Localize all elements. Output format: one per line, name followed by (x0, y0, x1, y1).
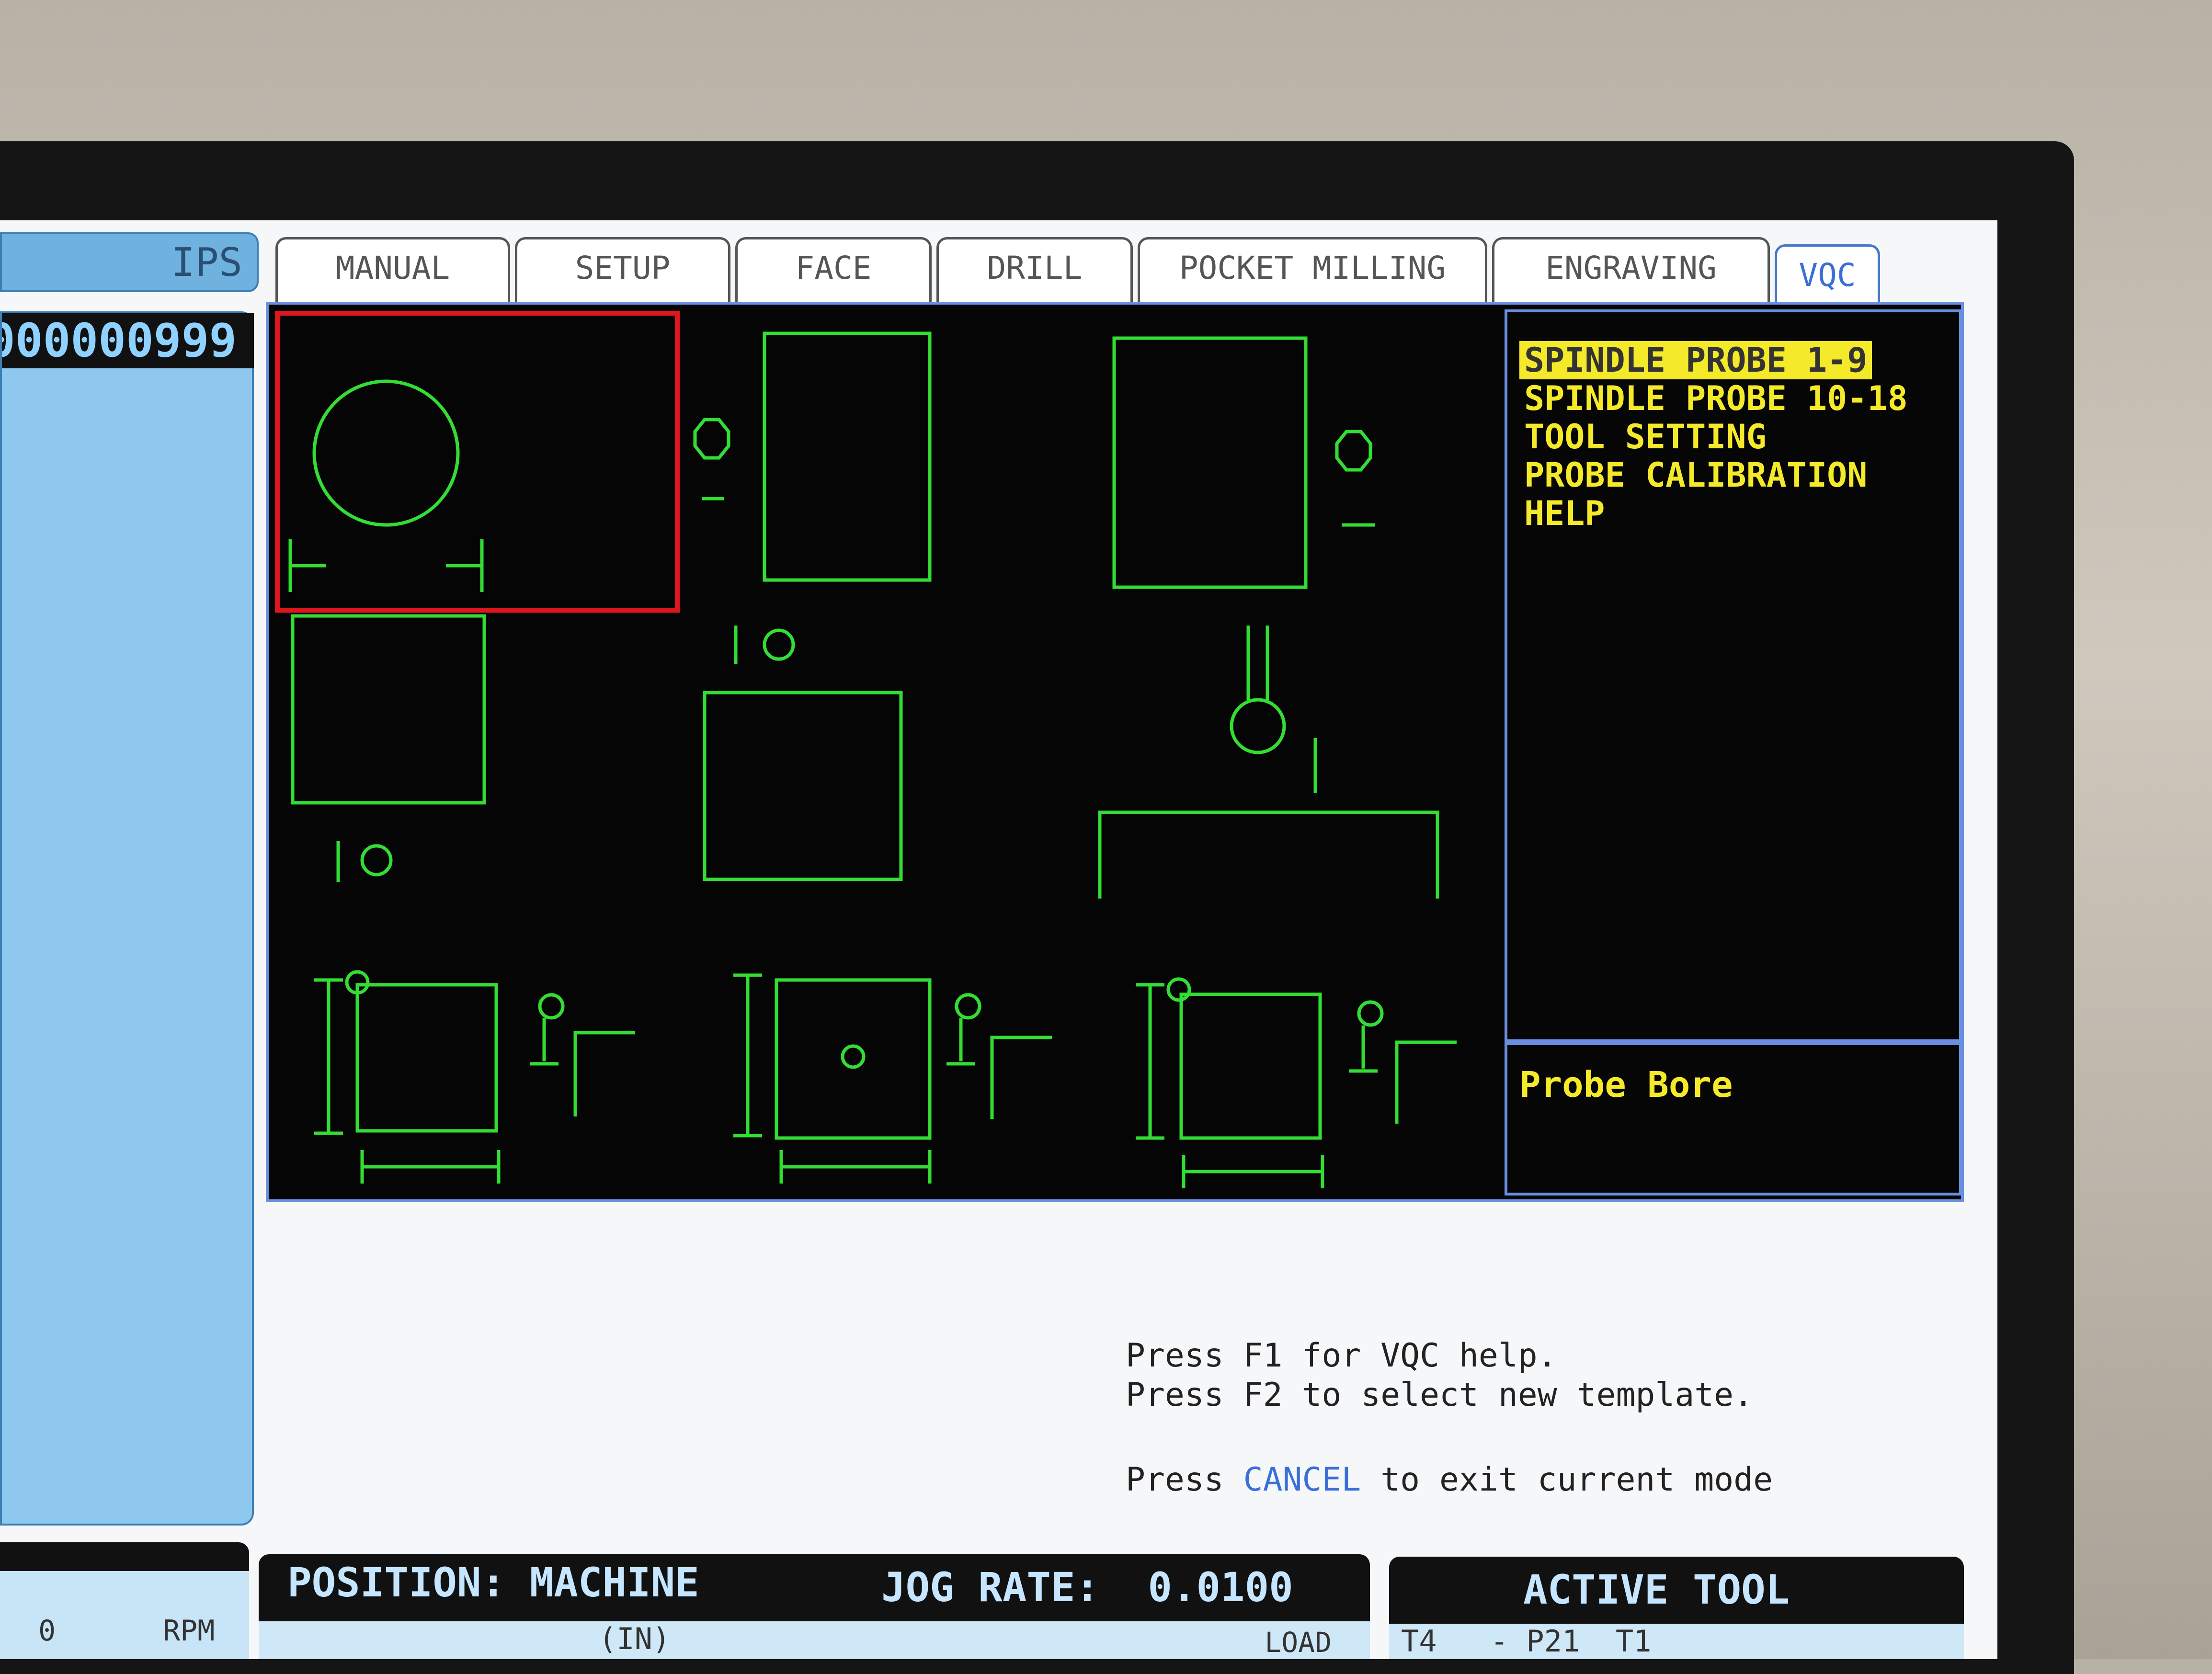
probe-rectangle-pocket-icon[interactable] (1112, 336, 1375, 589)
position-panel: POSITION: MACHINE JOG RATE: 0.0100 (IN) … (259, 1554, 1370, 1659)
cancel-message-prefix: Press (1126, 1461, 1243, 1499)
menu-item-spindle-probe-1-9[interactable]: SPINDLE PROBE 1-9 (1519, 341, 1872, 379)
help-messages: Press F1 for VQC help. Press F2 to select… (1126, 1336, 1753, 1415)
units-indicator: IPS (0, 232, 259, 292)
active-tool-panel: ACTIVE TOOL T4 - P21 T1 (1389, 1557, 1964, 1659)
template-grid (274, 309, 1493, 1196)
position-title: POSITION: MACHINE (287, 1559, 699, 1606)
help-message-f1: Press F1 for VQC help. (1126, 1337, 1557, 1375)
position-units: (IN) (599, 1621, 671, 1656)
tab-drill[interactable]: DRILL (936, 237, 1133, 304)
position-subheader: (IN) LOAD (259, 1621, 1370, 1659)
template-grid-graphics (275, 311, 1457, 1188)
cancel-message-suffix: to exit current mode (1361, 1461, 1773, 1499)
probe-corner-center-icon[interactable] (1136, 977, 1457, 1188)
probe-pocket-slot-icon[interactable] (1098, 626, 1439, 899)
jog-rate-label: JOG RATE: (881, 1564, 1100, 1611)
jog-rate: JOG RATE: 0.0100 (881, 1564, 1293, 1611)
menu-item-spindle-probe-10-18[interactable]: SPINDLE PROBE 10-18 (1524, 379, 1959, 418)
help-message-cancel: Press CANCEL to exit current mode (1126, 1461, 1773, 1499)
mode-tabs: MANUAL SETUP FACE DRILL POCKET MILLING E… (275, 228, 1880, 316)
probe-web-icon[interactable] (703, 691, 903, 881)
active-tool-title: ACTIVE TOOL (1523, 1566, 1790, 1613)
jog-rate-value: 0.0100 (1148, 1564, 1293, 1611)
menu-item-probe-calibration[interactable]: PROBE CALIBRATION (1524, 456, 1959, 494)
probe-corner-outside-icon[interactable] (314, 970, 635, 1184)
probe-rectangle-block-icon[interactable] (291, 614, 486, 882)
cnc-screen: IPS 000000999 0 RPM MANUAL SETUP FACE DR… (0, 220, 1997, 1659)
vqc-panel: SPINDLE PROBE 1-9 SPINDLE PROBE 10-18 TO… (266, 302, 1964, 1202)
tab-engraving[interactable]: ENGRAVING (1492, 237, 1770, 304)
cancel-key-label: CANCEL (1243, 1461, 1361, 1499)
tab-face[interactable]: FACE (735, 237, 932, 304)
menu-item-help[interactable]: HELP (1524, 494, 1959, 533)
units-label: IPS (171, 240, 242, 285)
probe-bore-icon[interactable] (288, 379, 484, 592)
menu-item-tool-setting[interactable]: TOOL SETTING (1524, 418, 1959, 456)
active-tool-subheader: T4 - P21 T1 (1389, 1624, 1964, 1659)
load-label: LOAD (1265, 1626, 1332, 1659)
program-number: 000000999 (2, 313, 254, 368)
spindle-speed-unit: RPM (163, 1614, 215, 1648)
template-description: Probe Bore (1505, 1042, 1962, 1196)
tab-pocket-milling[interactable]: POCKET MILLING (1138, 237, 1487, 304)
help-message-f2: Press F2 to select new template. (1126, 1376, 1754, 1414)
left-panel: 000000999 (0, 311, 254, 1526)
probe-corner-inside-icon[interactable] (733, 973, 1052, 1184)
active-tool-info: T4 - P21 T1 (1401, 1624, 1652, 1659)
tab-setup[interactable]: SETUP (515, 237, 730, 304)
tab-manual[interactable]: MANUAL (275, 237, 510, 304)
probe-boss-icon[interactable] (693, 331, 932, 664)
vqc-menu: SPINDLE PROBE 1-9 SPINDLE PROBE 10-18 TO… (1505, 309, 1962, 1042)
spindle-speed-value: 0 (38, 1614, 56, 1648)
